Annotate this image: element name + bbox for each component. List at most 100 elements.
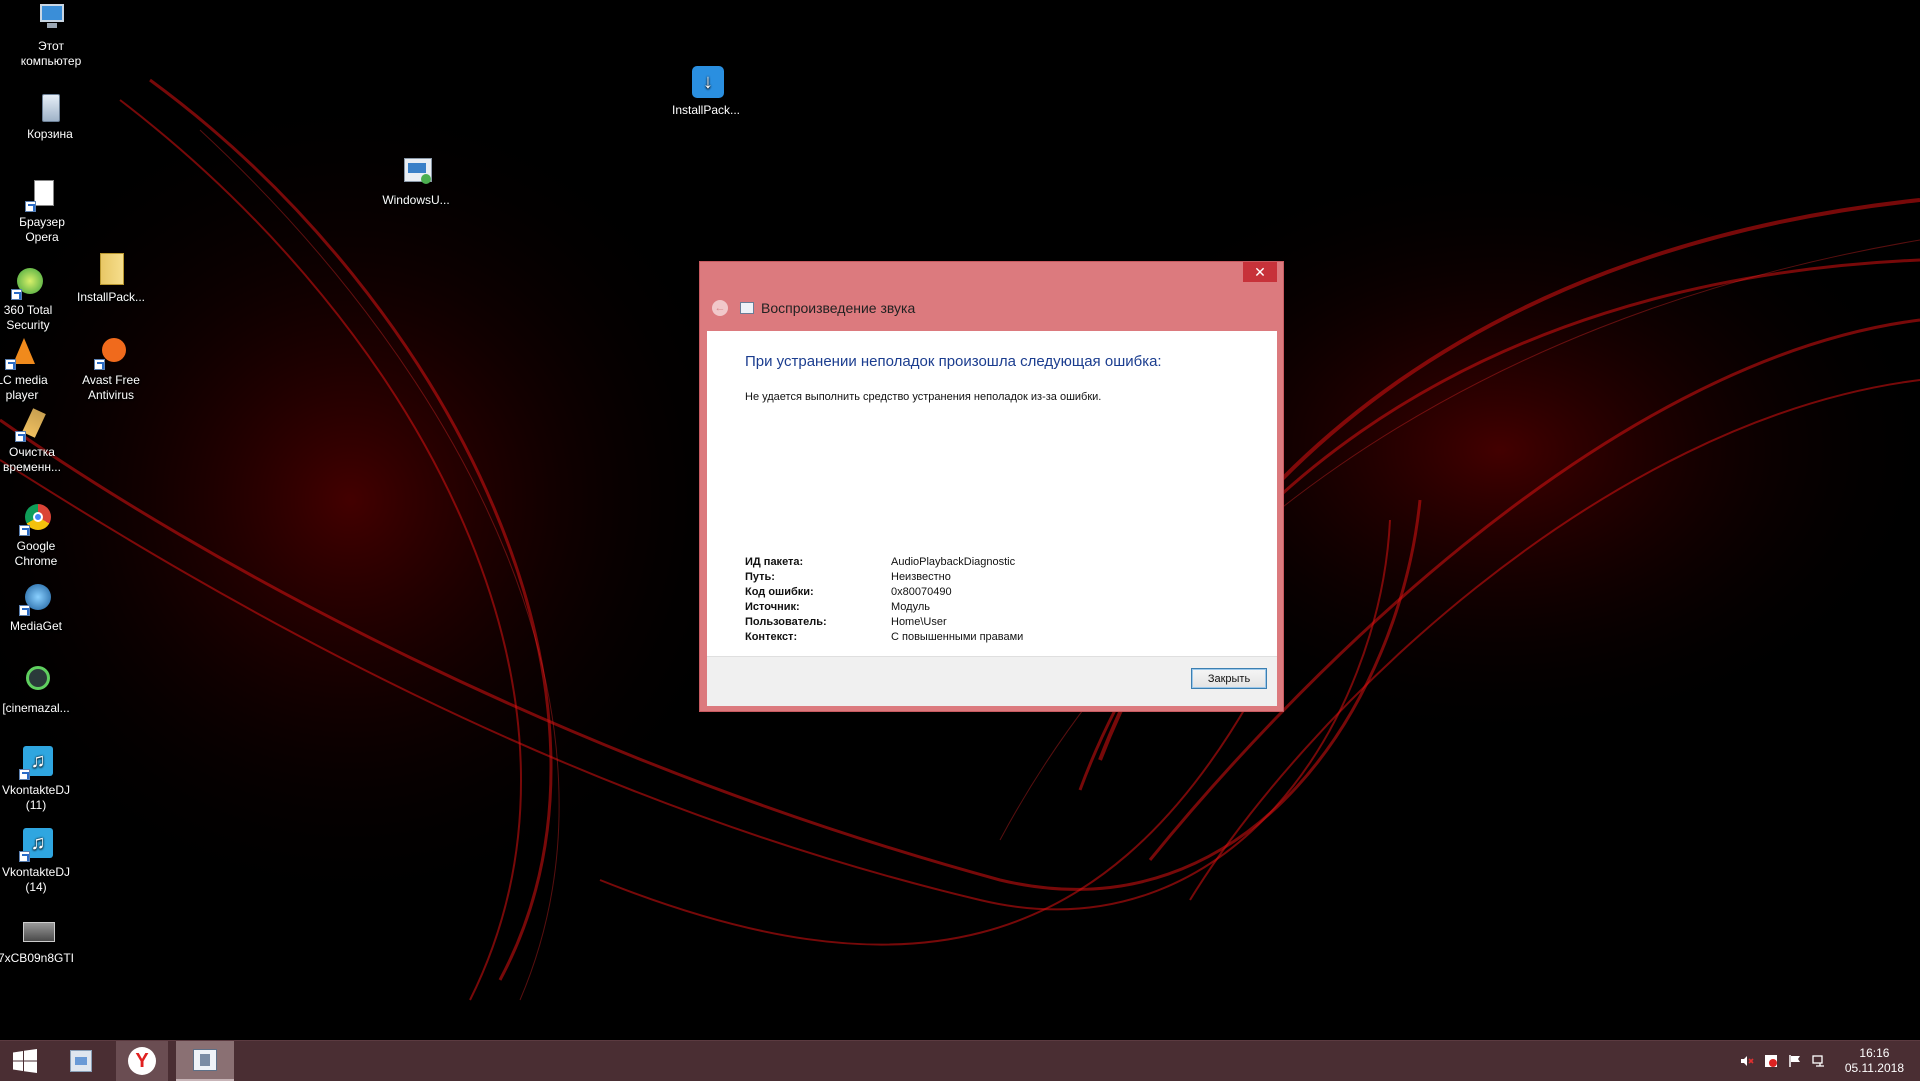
- recycle-bin-icon: [33, 90, 67, 124]
- detail-value: AudioPlaybackDiagnostic: [891, 556, 1016, 568]
- shortcut-arrow-icon: [15, 431, 26, 442]
- speaker-muted-icon[interactable]: [1740, 1054, 1754, 1068]
- shortcut-arrow-icon: [19, 605, 30, 616]
- desktop-icon-installpack[interactable]: ↓ InstallPack...: [658, 66, 754, 118]
- detail-key: Контекст:: [745, 631, 798, 643]
- detail-value: Home\User: [891, 616, 947, 628]
- desktop-icon-google-chrome[interactable]: Google Chrome: [0, 502, 84, 569]
- shortcut-arrow-icon: [19, 769, 30, 780]
- taskbar: Y 16:16 05.11.2018: [0, 1040, 1920, 1081]
- desktop-icon-label: 360 Total Security: [3, 303, 53, 332]
- taskbar-app-yandex-browser[interactable]: Y: [116, 1041, 168, 1081]
- vlc-icon: [5, 336, 39, 370]
- desktop-icon-installpack-folder[interactable]: InstallPack...: [63, 253, 159, 305]
- computer-icon: [34, 2, 68, 36]
- shortcut-arrow-icon: [19, 525, 30, 536]
- desktop-icon-label: Браузер Opera: [19, 215, 65, 244]
- error-message: Не удается выполнить средство устранения…: [745, 391, 1102, 403]
- desktop-icon-windows-update[interactable]: WindowsU...: [368, 156, 464, 208]
- antivirus-tray-icon[interactable]: [1764, 1054, 1778, 1068]
- yandex-browser-icon: Y: [128, 1047, 156, 1075]
- dialog-title: Воспроизведение звука: [761, 300, 916, 316]
- network-icon[interactable]: [1812, 1054, 1826, 1068]
- desktop-icon-recycle-bin[interactable]: Корзина: [2, 90, 98, 142]
- desktop-icon-label: VkontakteDJ (14): [1, 865, 71, 894]
- troubleshooter-icon: [740, 302, 754, 314]
- clock-date: 05.11.2018: [1844, 1061, 1904, 1075]
- detail-row: Пользователь: Home\User: [745, 615, 1023, 630]
- system-tray: 16:16 05.11.2018: [1735, 1041, 1904, 1081]
- desktop-icon-image-file[interactable]: 7xCB09n8GTI: [0, 914, 84, 966]
- desktop-icon-cleanup[interactable]: Очистка временн...: [0, 408, 80, 475]
- back-arrow-icon[interactable]: ←: [712, 300, 728, 316]
- detail-row: ИД пакета: AudioPlaybackDiagnostic: [745, 555, 1023, 570]
- detail-value: Неизвестно: [891, 571, 951, 583]
- detail-key: Код ошибки:: [745, 586, 814, 598]
- app-window-icon: [70, 1050, 92, 1072]
- shortcut-arrow-icon: [25, 201, 36, 212]
- detail-key: Пользователь:: [745, 616, 827, 628]
- window-close-button[interactable]: ✕: [1243, 262, 1277, 282]
- detail-value: Модуль: [891, 601, 930, 613]
- desktop-icon-mediaget[interactable]: MediaGet: [0, 582, 84, 634]
- detail-key: Путь:: [745, 571, 775, 583]
- folder-icon: [94, 253, 128, 287]
- detail-value: С повышенными правами: [891, 631, 1024, 643]
- error-details: ИД пакета: AudioPlaybackDiagnostic Путь:…: [745, 555, 1023, 645]
- taskbar-app-explorer[interactable]: [60, 1041, 102, 1081]
- shortcut-arrow-icon: [94, 359, 105, 370]
- action-center-flag-icon[interactable]: [1788, 1054, 1802, 1068]
- detail-value: 0x80070490: [891, 586, 952, 598]
- desktop-icon-label: MediaGet: [9, 619, 63, 633]
- image-icon: [19, 914, 55, 948]
- 360-security-icon: [11, 266, 45, 300]
- detail-row: Источник: Модуль: [745, 600, 1023, 615]
- desktop-icon-label: Очистка временн...: [3, 445, 61, 474]
- dialog-content: При устранении неполадок произошла следу…: [707, 331, 1277, 706]
- mediaget-icon: [19, 582, 53, 616]
- music-icon: ♫: [19, 746, 53, 780]
- taskbar-app-troubleshooter[interactable]: [176, 1041, 234, 1081]
- dialog-titlebar: ← Воспроизведение звука: [712, 298, 915, 318]
- desktop-icon-label: LC media player: [0, 373, 48, 402]
- desktop-icon-label: WindowsU...: [382, 193, 450, 207]
- detail-row: Путь: Неизвестно: [745, 570, 1023, 585]
- troubleshooter-dialog: ✕ ← Воспроизведение звука При устранении…: [699, 261, 1284, 712]
- desktop-icon-vkontaktedj-11[interactable]: ♫ VkontakteDJ (11): [0, 746, 84, 813]
- installpack-icon: ↓: [689, 66, 724, 100]
- chrome-icon: [19, 502, 53, 536]
- desktop-icon-vkontaktedj-14[interactable]: ♫ VkontakteDJ (14): [0, 828, 84, 895]
- detail-row: Контекст: С повышенными правами: [745, 630, 1023, 645]
- music-icon: ♫: [19, 828, 53, 862]
- shortcut-arrow-icon: [11, 289, 22, 300]
- desktop-icon-label: [cinemazal...: [2, 701, 70, 715]
- system-clock[interactable]: 16:16 05.11.2018: [1845, 1046, 1904, 1076]
- desktop-icon-vlc[interactable]: LC media player: [0, 336, 70, 403]
- desktop-icon-opera[interactable]: Браузер Opera: [0, 178, 90, 245]
- close-button[interactable]: Закрыть: [1191, 668, 1267, 689]
- start-button[interactable]: [0, 1041, 50, 1081]
- error-headline: При устранении неполадок произошла следу…: [745, 353, 1162, 370]
- avast-icon: [94, 336, 128, 370]
- shortcut-arrow-icon: [5, 359, 16, 370]
- clock-time: 16:16: [1859, 1046, 1890, 1060]
- detail-row: Код ошибки: 0x80070490: [745, 585, 1023, 600]
- desktop-icon-cinemazal[interactable]: [cinemazal...: [0, 664, 84, 716]
- desktop-icon-label: Корзина: [27, 127, 73, 141]
- windows-logo-icon: [13, 1049, 37, 1073]
- detail-key: Источник:: [745, 601, 800, 613]
- desktop-icon-label: 7xCB09n8GTI: [0, 951, 75, 965]
- desktop-icon-avast[interactable]: Avast Free Antivirus: [63, 336, 159, 403]
- desktop-icon-label: InstallPack...: [76, 290, 146, 304]
- torrent-icon: [19, 664, 53, 698]
- desktop-icon-this-pc[interactable]: Этот компьютер: [3, 2, 99, 69]
- windows-update-icon: [399, 156, 433, 190]
- desktop-icon-label: Этот компьютер: [20, 39, 82, 68]
- cleanup-icon: [15, 408, 49, 442]
- dialog-footer: Закрыть: [707, 656, 1277, 706]
- opera-icon: [25, 178, 59, 212]
- detail-key: ИД пакета:: [745, 556, 804, 568]
- desktop-icon-label: InstallPack...: [671, 103, 741, 117]
- desktop-icon-label: VkontakteDJ (11): [1, 783, 71, 812]
- troubleshooter-taskbar-icon: [193, 1049, 217, 1071]
